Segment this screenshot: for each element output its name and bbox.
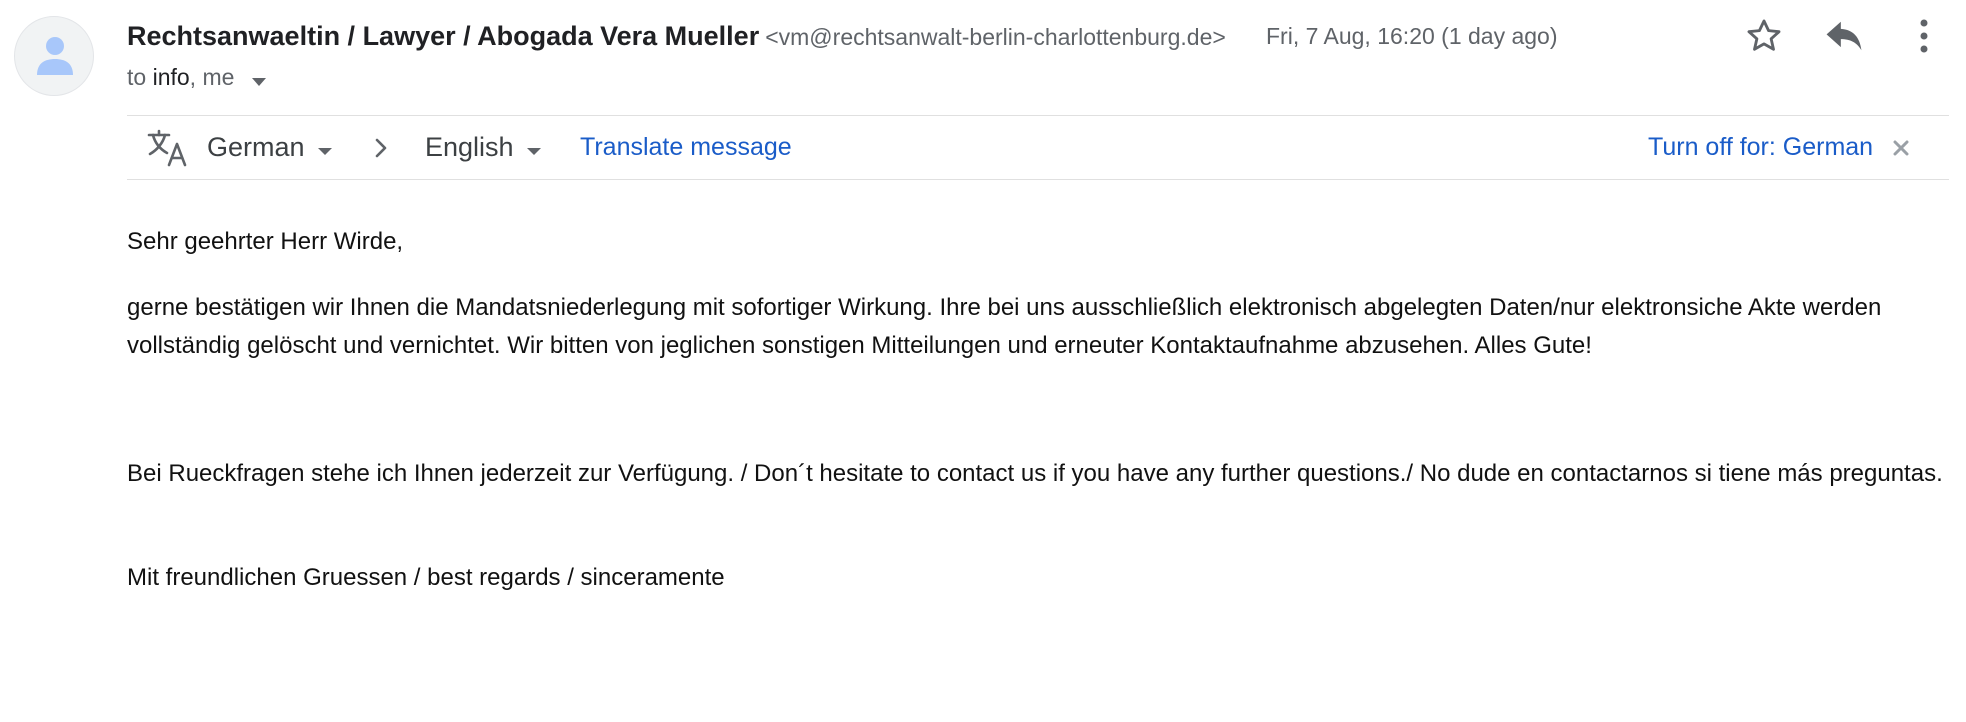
sender-line: Rechtsanwaeltin / Lawyer / Abogada Vera …: [127, 18, 1226, 54]
source-language-label: German: [207, 132, 305, 162]
star-button[interactable]: [1740, 12, 1788, 60]
target-language-select[interactable]: English: [425, 116, 542, 179]
recipients-prefix: to: [127, 64, 153, 90]
greeting-text: Sehr geehrter Herr Wirde,: [127, 228, 404, 255]
chevron-right-icon: [375, 138, 387, 157]
email-message-view: Rechtsanwaeltin / Lawyer / Abogada Vera …: [0, 0, 1966, 722]
recipient-rest: , me: [189, 64, 235, 90]
more-vert-icon: [1920, 19, 1928, 53]
caret-down-icon: [526, 148, 541, 155]
star-icon: [1747, 19, 1781, 51]
reply-icon: [1826, 21, 1862, 51]
translate-icon: [147, 129, 187, 166]
regards-text: Mit freundlichen Gruessen / best regards…: [127, 564, 725, 591]
sender-email[interactable]: <vm@rechtsanwalt-berlin-charlottenburg.d…: [765, 24, 1226, 50]
message-date: Fri, 7 Aug, 16:20 (1 day ago): [1266, 23, 1558, 49]
person-icon: [37, 37, 73, 75]
sender-avatar[interactable]: [14, 16, 94, 96]
contact-paragraph: Bei Rueckfragen stehe ich Ihnen jederzei…: [127, 460, 1943, 487]
target-language-label: English: [425, 132, 514, 162]
close-translate-bar-button[interactable]: [1893, 116, 1909, 179]
caret-down-icon: [317, 148, 332, 155]
sender-name[interactable]: Rechtsanwaeltin / Lawyer / Abogada Vera …: [127, 21, 759, 51]
caret-down-icon: [251, 77, 266, 86]
close-icon: [1893, 140, 1909, 155]
translate-message-link[interactable]: Translate message: [580, 116, 792, 179]
recipients-line: to info, me: [127, 61, 267, 93]
translate-icon-wrap: [147, 116, 187, 179]
reply-button[interactable]: [1820, 12, 1868, 60]
language-arrow: [374, 116, 388, 179]
turn-off-translation-link[interactable]: Turn off for: German: [1648, 116, 1873, 179]
more-options-button[interactable]: [1900, 12, 1948, 60]
message-header: Rechtsanwaeltin / Lawyer / Abogada Vera …: [127, 18, 1966, 98]
source-language-select[interactable]: German: [207, 116, 333, 179]
recipient-primary: info: [152, 64, 190, 90]
translate-bar: German English Translate message Turn of…: [127, 115, 1949, 180]
recipients-details-toggle[interactable]: [251, 63, 267, 95]
main-paragraph: gerne bestätigen wir Ihnen die Mandatsni…: [127, 294, 1882, 359]
